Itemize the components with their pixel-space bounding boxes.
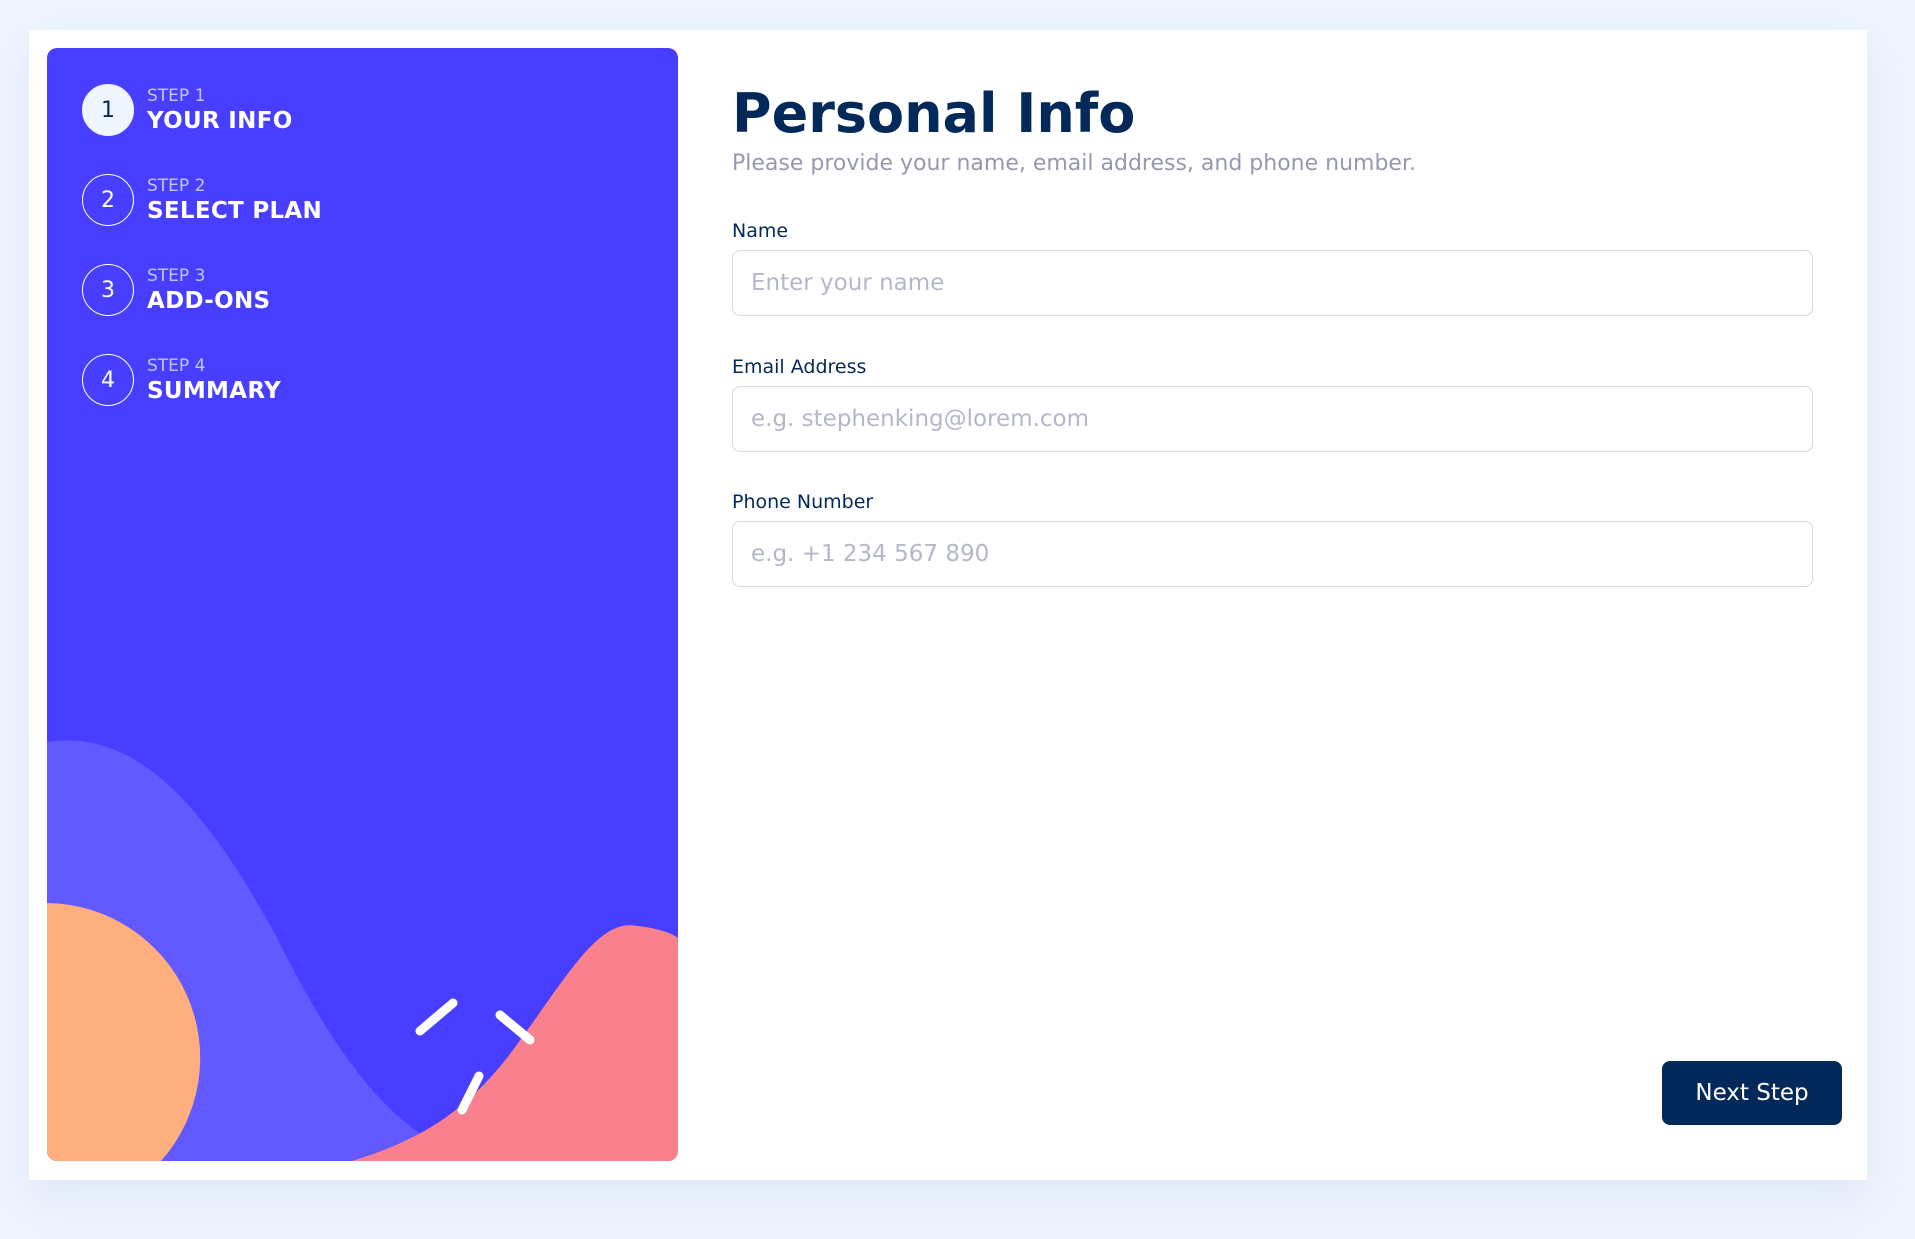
step-list: 1 STEP 1 YOUR INFO 2 STEP 2 SELECT PLAN …: [82, 83, 322, 443]
name-label: Name: [732, 220, 789, 242]
step-title: SUMMARY: [147, 378, 282, 404]
step-number-circle: 4: [82, 354, 134, 406]
email-field-group: Email Address: [732, 356, 1813, 452]
step-number-circle: 3: [82, 264, 134, 316]
next-step-button[interactable]: Next Step: [1662, 1061, 1842, 1125]
step-text: STEP 1 YOUR INFO: [147, 85, 293, 135]
step-item-summary[interactable]: 4 STEP 4 SUMMARY: [82, 353, 322, 407]
name-input[interactable]: [732, 250, 1813, 316]
step-label: STEP 1: [147, 86, 206, 106]
step-item-your-info[interactable]: 1 STEP 1 YOUR INFO: [82, 83, 322, 137]
step-text: STEP 3 ADD-ONS: [147, 265, 270, 315]
name-field-group: Name: [732, 220, 1813, 316]
email-input[interactable]: [732, 386, 1813, 452]
sidebar: 1 STEP 1 YOUR INFO 2 STEP 2 SELECT PLAN …: [47, 48, 678, 1161]
page-subtitle: Please provide your name, email address,…: [732, 151, 1416, 176]
step-title: ADD-ONS: [147, 288, 271, 314]
step-label: STEP 2: [147, 176, 206, 196]
email-label: Email Address: [732, 356, 867, 378]
step-item-select-plan[interactable]: 2 STEP 2 SELECT PLAN: [82, 173, 322, 227]
step-label: STEP 3: [147, 266, 206, 286]
phone-field-group: Phone Number: [732, 491, 1813, 587]
page-title: Personal Info: [732, 82, 1136, 145]
step-item-add-ons[interactable]: 3 STEP 3 ADD-ONS: [82, 263, 322, 317]
step-title: SELECT PLAN: [147, 198, 323, 224]
phone-input[interactable]: [732, 521, 1813, 587]
form-card: 1 STEP 1 YOUR INFO 2 STEP 2 SELECT PLAN …: [29, 30, 1867, 1180]
step-label: STEP 4: [147, 356, 206, 376]
phone-label: Phone Number: [732, 491, 874, 513]
spark-line-1: [415, 998, 458, 1036]
spark-line-2: [495, 1010, 535, 1045]
step-text: STEP 4 SUMMARY: [147, 355, 281, 405]
step-text: STEP 2 SELECT PLAN: [147, 175, 322, 225]
main-panel: Personal Info Please provide your name, …: [732, 30, 1842, 1180]
step-title: YOUR INFO: [147, 108, 293, 134]
step-number-circle: 1: [82, 84, 134, 136]
step-number-circle: 2: [82, 174, 134, 226]
